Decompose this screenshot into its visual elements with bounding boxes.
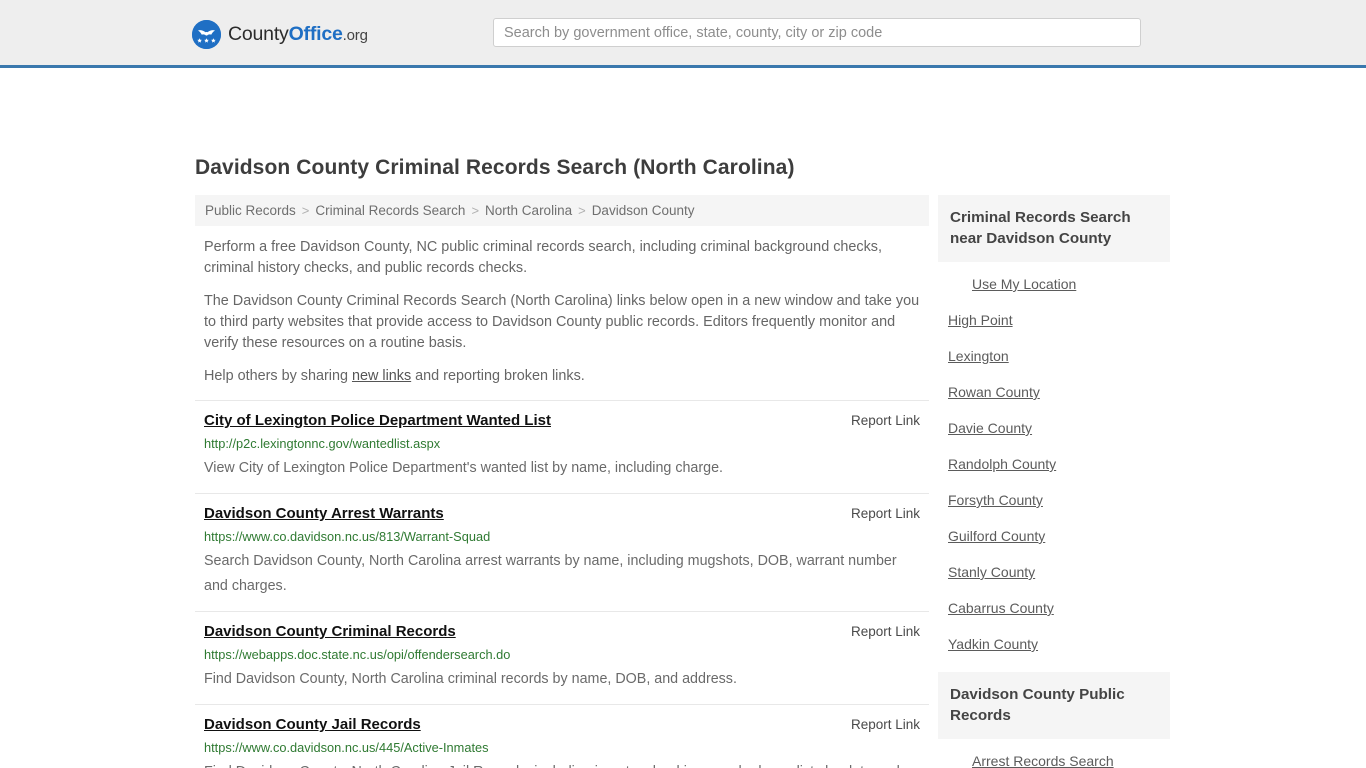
intro-paragraph-3: Help others by sharing new links and rep… bbox=[195, 366, 929, 387]
sidebar-item-stanly-county[interactable]: Stanly County bbox=[938, 554, 1170, 590]
sidebar-item-use-my-location[interactable]: Use My Location bbox=[938, 266, 1170, 302]
list-item: Davidson County Criminal Records Report … bbox=[195, 611, 929, 704]
brand-wordmark: CountyOffice.org bbox=[228, 23, 368, 46]
sidebar-item-guilford-county[interactable]: Guilford County bbox=[938, 518, 1170, 554]
sidebar-item-forsyth-county[interactable]: Forsyth County bbox=[938, 482, 1170, 518]
search-box[interactable] bbox=[493, 18, 1141, 47]
breadcrumb-item-north-carolina[interactable]: North Carolina bbox=[485, 203, 572, 218]
resource-url: https://www.co.davidson.nc.us/445/Active… bbox=[204, 740, 489, 755]
breadcrumb-item-criminal-records-search[interactable]: Criminal Records Search bbox=[315, 203, 465, 218]
list-item: Davidson County Jail Records Report Link… bbox=[195, 704, 929, 768]
resource-title-link[interactable]: Davidson County Criminal Records bbox=[204, 623, 456, 641]
breadcrumb: Public Records > Criminal Records Search… bbox=[195, 195, 929, 226]
report-link-button[interactable]: Report Link bbox=[851, 623, 920, 641]
resource-link-list: City of Lexington Police Department Want… bbox=[195, 400, 929, 768]
sidebar-heading-public-records: Davidson County Public Records bbox=[938, 672, 1170, 739]
sidebar-item-davie-county[interactable]: Davie County bbox=[938, 410, 1170, 446]
main-content: Public Records > Criminal Records Search… bbox=[195, 195, 929, 768]
sidebar: Criminal Records Search near Davidson Co… bbox=[938, 195, 1170, 768]
resource-url: https://www.co.davidson.nc.us/813/Warran… bbox=[204, 529, 491, 544]
report-link-button[interactable]: Report Link bbox=[851, 412, 920, 430]
brand-part-org: .org bbox=[342, 27, 368, 44]
resource-description: Find Davidson County, North Carolina Jai… bbox=[204, 760, 920, 768]
sidebar-panel-nearby: Criminal Records Search near Davidson Co… bbox=[938, 195, 1170, 662]
list-item: City of Lexington Police Department Want… bbox=[195, 400, 929, 493]
sidebar-item-cabarrus-county[interactable]: Cabarrus County bbox=[938, 590, 1170, 626]
list-item: Davidson County Arrest Warrants Report L… bbox=[195, 493, 929, 611]
sidebar-nearby-links: Use My Location High Point Lexington Row… bbox=[938, 262, 1170, 662]
resource-title-link[interactable]: Davidson County Arrest Warrants bbox=[204, 505, 444, 523]
intro-text: Perform a free Davidson County, NC publi… bbox=[195, 226, 929, 387]
sidebar-item-randolph-county[interactable]: Randolph County bbox=[938, 446, 1170, 482]
brand-part-office: Office bbox=[288, 23, 343, 45]
breadcrumb-item-davidson-county[interactable]: Davidson County bbox=[592, 203, 695, 218]
resource-description: View City of Lexington Police Department… bbox=[204, 460, 724, 476]
resource-title-link[interactable]: Davidson County Jail Records bbox=[204, 716, 421, 734]
breadcrumb-separator: > bbox=[578, 203, 586, 218]
site-header: CountyOffice.org bbox=[0, 0, 1366, 68]
sidebar-heading-nearby: Criminal Records Search near Davidson Co… bbox=[938, 195, 1170, 262]
sidebar-item-lexington[interactable]: Lexington bbox=[938, 338, 1170, 374]
resource-description: Search Davidson County, North Carolina a… bbox=[204, 553, 897, 594]
resource-description: Find Davidson County, North Carolina cri… bbox=[204, 671, 737, 687]
new-links-link[interactable]: new links bbox=[352, 368, 411, 384]
sidebar-item-arrest-records-search[interactable]: Arrest Records Search bbox=[938, 743, 1170, 768]
breadcrumb-separator: > bbox=[301, 203, 310, 218]
breadcrumb-separator: > bbox=[471, 203, 480, 218]
intro-p3-after: and reporting broken links. bbox=[411, 368, 585, 384]
brand-part-county: County bbox=[228, 23, 289, 45]
intro-paragraph-1: Perform a free Davidson County, NC publi… bbox=[204, 239, 882, 276]
resource-url: https://webapps.doc.state.nc.us/opi/offe… bbox=[204, 647, 511, 662]
sidebar-item-rowan-county[interactable]: Rowan County bbox=[938, 374, 1170, 410]
breadcrumb-item-public-records[interactable]: Public Records bbox=[205, 203, 296, 218]
report-link-button[interactable]: Report Link bbox=[851, 716, 920, 734]
intro-p3-before: Help others by sharing bbox=[204, 368, 352, 384]
resource-title-link[interactable]: City of Lexington Police Department Want… bbox=[204, 412, 551, 430]
sidebar-item-high-point[interactable]: High Point bbox=[938, 302, 1170, 338]
eagle-stars-logo-icon bbox=[192, 20, 221, 49]
brand-logo-link[interactable]: CountyOffice.org bbox=[192, 20, 368, 49]
sidebar-item-yadkin-county[interactable]: Yadkin County bbox=[938, 626, 1170, 662]
sidebar-public-records-links: Arrest Records Search Court Records Sear… bbox=[938, 739, 1170, 768]
intro-paragraph-2: The Davidson County Criminal Records Sea… bbox=[204, 293, 920, 351]
resource-url: http://p2c.lexingtonnc.gov/wantedlist.as… bbox=[204, 436, 441, 451]
page-title: Davidson County Criminal Records Search … bbox=[195, 156, 795, 179]
report-link-button[interactable]: Report Link bbox=[851, 505, 920, 523]
sidebar-panel-public-records: Davidson County Public Records Arrest Re… bbox=[938, 672, 1170, 768]
search-input[interactable] bbox=[493, 18, 1141, 47]
